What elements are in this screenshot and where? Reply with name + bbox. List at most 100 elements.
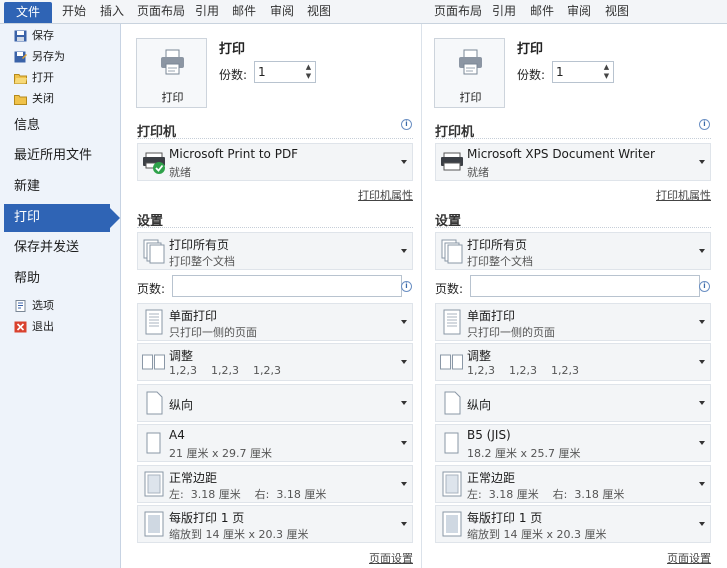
chevron-down-icon	[699, 522, 705, 526]
tab-page-layout[interactable]: 页面布局	[137, 0, 185, 23]
info-icon[interactable]: i	[401, 119, 412, 130]
chevron-down-icon	[401, 482, 407, 486]
print-title: 打印	[517, 42, 544, 57]
collate-title: 调整	[169, 349, 194, 363]
orientation-select[interactable]: 纵向	[435, 384, 711, 422]
chevron-down-icon	[401, 320, 407, 324]
pages-per-sheet-select[interactable]: 每版打印 1 页 缩放到 14 厘米 x 20.3 厘米	[435, 505, 711, 543]
orientation-title: 纵向	[169, 398, 194, 412]
tab-references-2[interactable]: 引用	[492, 0, 516, 23]
ribbon-tabs: 文件 开始 插入 页面布局 引用 邮件 审阅 视图 页面布局 引用 邮件 审阅 …	[0, 0, 727, 24]
section-help[interactable]: 帮助	[14, 267, 40, 291]
print-range-select[interactable]: 打印所有页 打印整个文档	[137, 232, 413, 270]
copies-stepper[interactable]: 1 ▲ ▼	[552, 61, 614, 83]
tab-view-2[interactable]: 视图	[605, 0, 629, 23]
print-pane-2: 打印 打印 份数: 1 ▲ ▼ 打印机 i Microsoft XPS Docu…	[421, 24, 712, 568]
print-title: 打印	[219, 42, 246, 57]
collate-select[interactable]: 调整 1,2,3 1,2,3 1,2,3	[137, 343, 413, 381]
pages-per-sheet-select[interactable]: 每版打印 1 页 缩放到 14 厘米 x 20.3 厘米	[137, 505, 413, 543]
chevron-down-icon	[699, 482, 705, 486]
chevron-down-icon	[699, 320, 705, 324]
printer-ready-icon	[143, 152, 165, 174]
tab-mailings-2[interactable]: 邮件	[530, 0, 554, 23]
print-range-select[interactable]: 打印所有页 打印整个文档	[435, 232, 711, 270]
copies-value: 1	[556, 65, 564, 79]
copies-stepper[interactable]: 1 ▲ ▼	[254, 61, 316, 83]
printer-icon	[459, 49, 482, 75]
section-recent[interactable]: 最近所用文件	[14, 144, 92, 168]
print-button-label: 打印	[459, 91, 482, 104]
tab-references[interactable]: 引用	[195, 0, 219, 23]
options-icon	[15, 300, 26, 312]
file-tab[interactable]: 文件	[4, 2, 52, 23]
pages-label: 页数:	[435, 282, 464, 296]
section-new[interactable]: 新建	[14, 175, 40, 199]
chevron-down-icon	[401, 441, 407, 445]
divider	[435, 227, 711, 228]
section-info[interactable]: 信息	[14, 114, 40, 138]
printer-status: 就绪	[467, 166, 489, 179]
tab-view[interactable]: 视图	[307, 0, 331, 23]
printer-properties-link[interactable]: 打印机属性	[358, 187, 413, 203]
save-label: 保存	[32, 29, 54, 42]
tab-review[interactable]: 审阅	[270, 0, 294, 23]
sides-select[interactable]: 单面打印 只打印一侧的页面	[137, 303, 413, 341]
sides-select[interactable]: 单面打印 只打印一侧的页面	[435, 303, 711, 341]
save-icon	[14, 30, 27, 42]
spin-up-icon[interactable]: ▲	[602, 63, 611, 72]
section-print[interactable]: 打印	[4, 204, 120, 232]
printer-select[interactable]: Microsoft XPS Document Writer 就绪	[435, 143, 711, 181]
tab-home[interactable]: 开始	[62, 0, 86, 23]
tab-page-layout-2[interactable]: 页面布局	[434, 0, 482, 23]
chevron-down-icon	[401, 249, 407, 253]
tab-insert[interactable]: 插入	[100, 0, 124, 23]
printer-status: 就绪	[169, 166, 191, 179]
close-folder-icon	[14, 95, 27, 105]
printer-properties-link[interactable]: 打印机属性	[656, 187, 711, 203]
collate-title: 调整	[467, 349, 492, 363]
paper-size-select[interactable]: B5 (JIS) 18.2 厘米 x 25.7 厘米	[435, 424, 711, 462]
spin-up-icon[interactable]: ▲	[304, 63, 313, 72]
printer-select[interactable]: Microsoft Print to PDF 就绪	[137, 143, 413, 181]
paper-title: B5 (JIS)	[467, 428, 511, 442]
info-icon[interactable]: i	[401, 281, 412, 292]
portrait-icon	[146, 391, 163, 415]
collate-icon	[142, 354, 165, 370]
chevron-down-icon	[699, 160, 705, 164]
chevron-down-icon	[699, 401, 705, 405]
paper-size-select[interactable]: A4 21 厘米 x 29.7 厘米	[137, 424, 413, 462]
save-as-label: 另存为	[32, 50, 65, 63]
pages-input[interactable]	[470, 275, 700, 297]
tab-mailings[interactable]: 邮件	[232, 0, 256, 23]
sides-sub: 只打印一侧的页面	[169, 326, 257, 339]
print-button[interactable]: 打印	[136, 38, 207, 108]
pages-input[interactable]	[172, 275, 402, 297]
tab-review-2[interactable]: 审阅	[567, 0, 591, 23]
spin-down-icon[interactable]: ▼	[304, 72, 313, 81]
print-button-label: 打印	[161, 91, 184, 104]
pages-icon	[441, 239, 463, 264]
margins-select[interactable]: 正常边距 左: 3.18 厘米 右: 3.18 厘米	[137, 465, 413, 503]
collate-select[interactable]: 调整 1,2,3 1,2,3 1,2,3	[435, 343, 711, 381]
chevron-down-icon	[699, 249, 705, 253]
divider	[435, 138, 711, 139]
info-icon[interactable]: i	[699, 119, 710, 130]
print-range-sub: 打印整个文档	[467, 255, 533, 268]
paper-sub: 18.2 厘米 x 25.7 厘米	[467, 447, 581, 460]
print-range-title: 打印所有页	[467, 238, 528, 252]
page-setup-link[interactable]: 页面设置	[667, 550, 711, 566]
margins-select[interactable]: 正常边距 左: 3.18 厘米 右: 3.18 厘米	[435, 465, 711, 503]
one-sided-icon	[443, 309, 461, 335]
print-range-title: 打印所有页	[169, 238, 230, 252]
backstage-sidebar: 保存 另存为 打开 关闭 信息 最近所用文件 新建 打印 保存并发送 帮助 选项…	[0, 24, 121, 568]
info-icon[interactable]: i	[699, 281, 710, 292]
print-button[interactable]: 打印	[434, 38, 505, 108]
pages-per-sheet-icon	[144, 511, 164, 537]
spin-down-icon[interactable]: ▼	[602, 72, 611, 81]
orientation-select[interactable]: 纵向	[137, 384, 413, 422]
pages-per-sheet-icon	[442, 511, 462, 537]
section-save-send[interactable]: 保存并发送	[14, 236, 79, 260]
page-setup-link[interactable]: 页面设置	[369, 550, 413, 566]
per-sheet-sub: 缩放到 14 厘米 x 20.3 厘米	[467, 528, 607, 541]
collate-sub: 1,2,3 1,2,3 1,2,3	[467, 364, 579, 377]
